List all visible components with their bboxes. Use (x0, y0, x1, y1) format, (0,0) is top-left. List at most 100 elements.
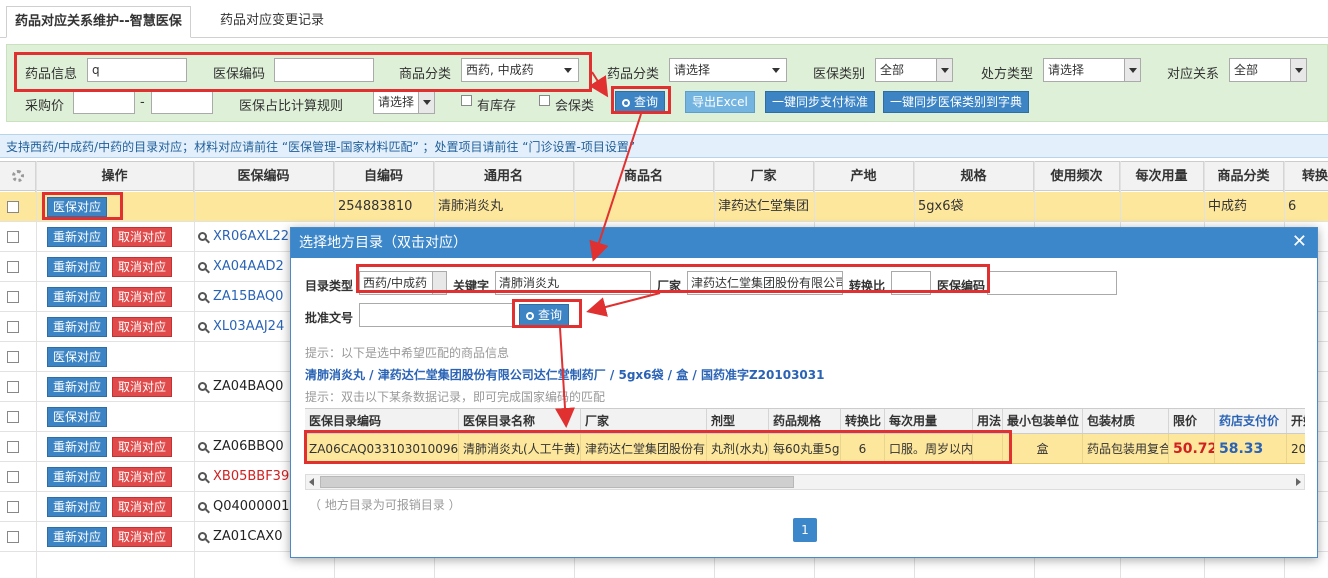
remap-button[interactable]: 重新对应 (47, 467, 108, 487)
insurance-type-select[interactable]: 全部 (875, 58, 953, 82)
mapping-value: 全部 (1234, 63, 1259, 77)
row-checkbox[interactable] (7, 321, 19, 333)
product-category-select[interactable]: 西药, 中成药 (461, 58, 579, 82)
prescription-type-select[interactable]: 请选择 (1043, 58, 1141, 82)
horizontal-scrollbar[interactable] (305, 474, 1305, 490)
cancel-mapping-button[interactable]: 取消对应 (112, 227, 173, 247)
col-product-category: 商品分类 (1204, 162, 1284, 192)
cancel-mapping-button[interactable]: 取消对应 (112, 317, 173, 337)
insurance-code-link[interactable]: XR06AXL22 (198, 222, 289, 252)
cancel-mapping-button[interactable]: 取消对应 (112, 437, 173, 457)
remap-button[interactable]: 重新对应 (47, 317, 108, 337)
remap-button[interactable]: 重新对应 (47, 437, 108, 457)
col-self-code: 自编码 (334, 162, 434, 192)
row-checkbox[interactable] (7, 411, 19, 423)
insurance-code-input[interactable] (987, 271, 1117, 295)
cell-generic-name: 清肺消炎丸 (438, 199, 504, 214)
insurance-code-link[interactable]: ZA15BAQ0 (198, 282, 283, 312)
dialog-title: 选择地方目录（双击对应） (291, 228, 1317, 258)
in-stock-checkbox[interactable] (461, 95, 472, 106)
insured-checkbox[interactable] (539, 95, 550, 106)
drug-info-label: 药品信息 (25, 67, 78, 82)
remap-button[interactable]: 重新对应 (47, 257, 108, 277)
mapping-select[interactable]: 全部 (1229, 58, 1307, 82)
cell-dosage-form: 丸剂(水丸) (707, 434, 769, 463)
cancel-mapping-button[interactable]: 取消对应 (112, 257, 173, 277)
table-row[interactable]: 医保对应 254883810 清肺消炎丸 津药达仁堂集团 5gx6袋 中成药 6 (0, 192, 1328, 222)
remap-button[interactable]: 重新对应 (47, 227, 108, 247)
approval-number-input[interactable] (359, 303, 513, 327)
remap-button[interactable]: 重新对应 (47, 377, 108, 397)
ratio-input[interactable] (891, 271, 931, 295)
row-checkbox[interactable] (7, 441, 19, 453)
insurance-code-link[interactable]: ZA04BAQ0 (198, 372, 283, 402)
insurance-code-label: 医保编码 (937, 279, 986, 293)
scroll-right-icon[interactable] (1296, 478, 1301, 486)
scrollbar-thumb[interactable] (320, 476, 794, 488)
col-catalog-code: 医保目录编码 (305, 409, 459, 433)
row-checkbox[interactable] (7, 291, 19, 303)
purchase-price-min-input[interactable] (73, 90, 135, 114)
maker-input[interactable]: 津药达仁堂集团股份有限公司 (687, 271, 843, 295)
row-checkbox[interactable] (7, 261, 19, 273)
row-checkbox[interactable] (7, 351, 19, 363)
sync-payment-standard-button[interactable]: 一键同步支付标准 (765, 91, 876, 113)
cancel-mapping-button[interactable]: 取消对应 (112, 467, 173, 487)
cell-ratio: 6 (841, 434, 885, 463)
chevron-down-icon (418, 91, 434, 113)
purchase-price-max-input[interactable] (151, 90, 213, 114)
hint-double-click: 提示：双击以下某条数据记录，即可完成国家编码的匹配 (305, 390, 606, 404)
close-icon[interactable]: ✕ (1292, 232, 1307, 252)
catalog-table-row[interactable]: ZA06CAQ0331030100960 清肺消炎丸(人工牛黄) 津药达仁堂集团… (305, 434, 1305, 464)
insurance-code-link[interactable]: Q04000001 (198, 492, 289, 522)
keyword-input[interactable]: 清肺消炎丸 (495, 271, 651, 295)
scroll-left-icon[interactable] (309, 478, 314, 486)
maker-label: 厂家 (657, 279, 682, 293)
query-button[interactable]: 查询 (615, 91, 666, 113)
insurance-code-input[interactable] (274, 58, 374, 82)
insurance-code-text: XL03AAJ24 (213, 319, 285, 334)
page-1-button[interactable]: 1 (793, 518, 817, 542)
map-insurance-button[interactable]: 医保对应 (47, 347, 108, 367)
insurance-code-link[interactable]: XB05BBF39 (198, 462, 289, 492)
ratio-rule-select[interactable]: 请选择 (373, 90, 435, 114)
insurance-code-link[interactable]: ZA06BBQ0 (198, 432, 284, 462)
chevron-down-icon (936, 59, 952, 81)
map-insurance-button[interactable]: 医保对应 (47, 197, 108, 217)
insurance-code-link[interactable]: XA04AAD2 (198, 252, 284, 282)
row-checkbox[interactable] (7, 201, 19, 213)
insurance-code-link[interactable]: XL03AAJ24 (198, 312, 284, 342)
export-excel-button[interactable]: 导出Excel (685, 91, 755, 113)
remap-button[interactable]: 重新对应 (47, 527, 108, 547)
row-checkbox[interactable] (7, 501, 19, 513)
row-checkbox[interactable] (7, 471, 19, 483)
dialog-query-button[interactable]: 查询 (519, 304, 570, 326)
drug-info-input[interactable]: q (87, 58, 187, 82)
insurance-type-label: 医保类别 (813, 67, 866, 82)
cancel-mapping-button[interactable]: 取消对应 (112, 287, 173, 307)
chevron-down-icon (432, 272, 446, 294)
cancel-mapping-button[interactable]: 取消对应 (112, 377, 173, 397)
sync-insurance-category-button[interactable]: 一键同步医保类别到字典 (883, 91, 1030, 113)
cancel-mapping-button[interactable]: 取消对应 (112, 497, 173, 517)
drug-category-select[interactable]: 请选择 (669, 58, 787, 82)
approval-number-label: 批准文号 (305, 311, 354, 325)
row-checkbox[interactable] (7, 531, 19, 543)
search-icon (198, 532, 207, 541)
tab-change-log[interactable]: 药品对应变更记录 (212, 6, 332, 38)
cancel-mapping-button[interactable]: 取消对应 (112, 527, 173, 547)
col-dosage-form: 剂型 (707, 409, 769, 433)
table-header: 操作 医保编码 自编码 通用名 商品名 厂家 产地 规格 使用频次 每次用量 商… (0, 161, 1328, 192)
row-checkbox[interactable] (7, 381, 19, 393)
insurance-code-link[interactable]: ZA01CAX0 (198, 522, 283, 552)
catalog-type-select[interactable]: 西药/中成药 (359, 271, 447, 295)
settings-gear-icon[interactable] (0, 162, 36, 192)
remap-button[interactable]: 重新对应 (47, 497, 108, 517)
map-insurance-button[interactable]: 医保对应 (47, 407, 108, 427)
tab-drug-mapping[interactable]: 药品对应关系维护--智慧医保 (6, 6, 191, 38)
search-icon (198, 472, 207, 481)
insurance-type-value: 全部 (880, 63, 905, 77)
col-generic-name: 通用名 (434, 162, 574, 192)
remap-button[interactable]: 重新对应 (47, 287, 108, 307)
row-checkbox[interactable] (7, 231, 19, 243)
